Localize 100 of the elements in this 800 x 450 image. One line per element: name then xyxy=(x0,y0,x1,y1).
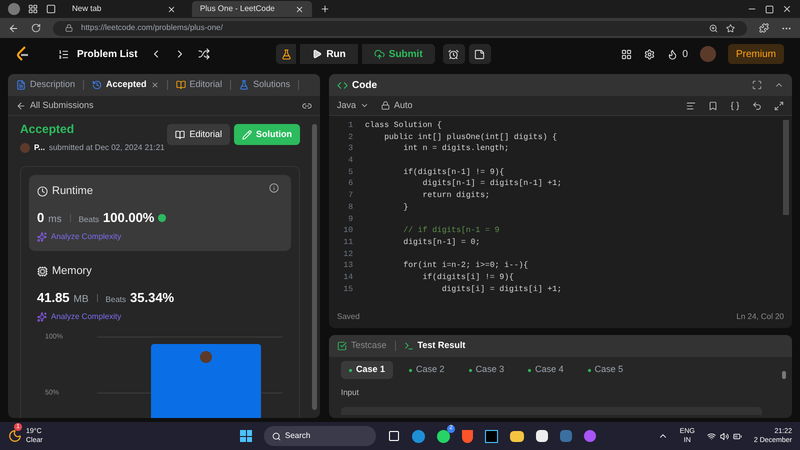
run-button[interactable]: Run xyxy=(300,44,358,64)
stat-value: 41.85 xyxy=(37,288,70,306)
browser-tab[interactable]: New tab xyxy=(64,1,184,17)
panel-tab[interactable]: Testcase xyxy=(351,339,387,353)
case-tab[interactable]: Case 5 xyxy=(580,361,632,379)
scrollbar[interactable] xyxy=(312,124,317,410)
assistant-app-icon[interactable] xyxy=(584,430,596,442)
line-number: 13 xyxy=(342,260,354,272)
checkbox-icon xyxy=(337,341,347,351)
code-line: if(digits[i] != 9){ xyxy=(422,272,514,284)
profile-avatar[interactable] xyxy=(8,3,20,15)
code-line: if(digits[n-1] != 9){ xyxy=(402,166,504,178)
browser-app-icon[interactable] xyxy=(412,430,425,442)
code-line: for(int i=n-2; i>=0; i--){ xyxy=(402,260,528,272)
panel-tab[interactable]: Test Result xyxy=(418,339,466,353)
info-icon[interactable] xyxy=(269,183,279,193)
stat-title: Runtime xyxy=(52,184,93,199)
mode-label: Auto xyxy=(394,98,413,112)
line-number: 6 xyxy=(347,178,354,190)
clock-icon xyxy=(37,186,48,197)
line-number: 8 xyxy=(347,202,354,214)
folder-app-icon[interactable] xyxy=(510,430,524,442)
line-number: 15 xyxy=(342,284,354,296)
language-select[interactable]: Java xyxy=(337,98,370,112)
chat-app-icon[interactable] xyxy=(437,430,450,442)
app-icon[interactable] xyxy=(560,430,572,442)
workspaces-icon[interactable] xyxy=(28,4,38,14)
notes-button[interactable] xyxy=(468,44,491,64)
analyze-link[interactable]: Analyze Complexity xyxy=(51,311,122,323)
close-icon[interactable] xyxy=(782,4,792,14)
settings-icon[interactable] xyxy=(644,48,656,60)
book-icon xyxy=(176,80,186,90)
stat-title: Memory xyxy=(52,264,92,279)
line-number: 7 xyxy=(347,190,354,202)
search-icon xyxy=(272,432,281,440)
user-name[interactable]: P... xyxy=(34,142,45,154)
store-app-icon[interactable] xyxy=(536,430,548,442)
back-icon[interactable] xyxy=(8,22,19,34)
address-bar[interactable]: https://leetcode.com/problems/plus-one/ xyxy=(53,20,747,36)
shuffle-icon[interactable] xyxy=(198,48,210,60)
wifi-icon[interactable] xyxy=(706,432,716,440)
bookmark-icon[interactable] xyxy=(708,100,718,110)
play-icon xyxy=(312,49,322,59)
all-submissions-link[interactable]: All Submissions xyxy=(30,98,94,112)
editorial-button[interactable]: Editorial xyxy=(167,124,230,145)
stat-unit: MB xyxy=(74,292,89,306)
scrollbar[interactable] xyxy=(783,120,789,215)
close-icon[interactable] xyxy=(167,4,176,14)
braces-icon[interactable] xyxy=(730,100,740,110)
beats-value: 100.00% xyxy=(103,208,154,226)
code-line: public int[] plusOne(int[] digits) { xyxy=(383,132,558,144)
tab-actions-icon[interactable] xyxy=(46,4,56,14)
fullscreen-icon[interactable] xyxy=(752,80,762,90)
line-number: 10 xyxy=(342,225,354,237)
case-tab[interactable]: Case 4 xyxy=(520,361,572,379)
submit-button[interactable]: Submit xyxy=(362,44,435,64)
start-icon[interactable] xyxy=(240,430,252,442)
panel-tab[interactable]: Description xyxy=(30,78,76,92)
panel-title: Code xyxy=(352,78,377,92)
line-number: 2 xyxy=(347,132,354,144)
reload-icon[interactable] xyxy=(31,23,41,33)
layout-icon[interactable] xyxy=(621,48,632,60)
case-tab[interactable]: Case 1 xyxy=(341,361,394,379)
save-status: Saved xyxy=(337,311,360,323)
undo-icon[interactable] xyxy=(752,100,762,110)
maximize-icon[interactable] xyxy=(765,4,774,14)
terminal-app-icon[interactable] xyxy=(485,430,498,442)
premium-button[interactable]: Premium xyxy=(728,44,784,64)
pencil-icon xyxy=(242,130,252,140)
expand-icon[interactable] xyxy=(774,100,784,110)
note-icon xyxy=(474,48,486,60)
code-line: class Solution { xyxy=(365,120,442,132)
browser-tab[interactable]: Plus One - LeetCode xyxy=(192,1,312,17)
panel-tab[interactable]: Solutions xyxy=(253,78,290,92)
code-line: } xyxy=(402,202,408,214)
input-label: Input xyxy=(341,387,360,399)
case-tab[interactable]: Case 2 xyxy=(401,361,453,379)
battery-icon[interactable] xyxy=(732,432,742,440)
badge-icon xyxy=(158,214,166,222)
logo-icon[interactable] xyxy=(16,46,30,62)
panel-tab[interactable]: Editorial xyxy=(190,78,222,92)
line-number: 14 xyxy=(342,272,354,284)
task-view-icon[interactable] xyxy=(388,430,400,442)
panel-tab[interactable]: Accepted xyxy=(106,78,147,92)
user-avatar xyxy=(20,143,30,153)
problem-list-link[interactable]: Problem List xyxy=(77,46,138,62)
new-tab-icon[interactable] xyxy=(320,4,330,14)
link-icon[interactable] xyxy=(302,100,312,110)
case-tab[interactable]: Case 3 xyxy=(460,361,512,379)
shield-app-icon[interactable] xyxy=(462,430,473,442)
scrollbar[interactable] xyxy=(782,371,786,379)
volume-icon[interactable] xyxy=(720,432,729,440)
format-icon[interactable] xyxy=(686,100,696,110)
debug-button[interactable] xyxy=(276,44,296,64)
timer-button[interactable] xyxy=(442,44,465,64)
back-icon[interactable] xyxy=(16,100,26,110)
code-line: digits[n-1] = digits[n-1] +1; xyxy=(422,178,562,190)
search-field[interactable]: Search xyxy=(264,426,376,446)
extensions-icon[interactable] xyxy=(759,23,769,33)
close-icon[interactable] xyxy=(295,4,304,14)
